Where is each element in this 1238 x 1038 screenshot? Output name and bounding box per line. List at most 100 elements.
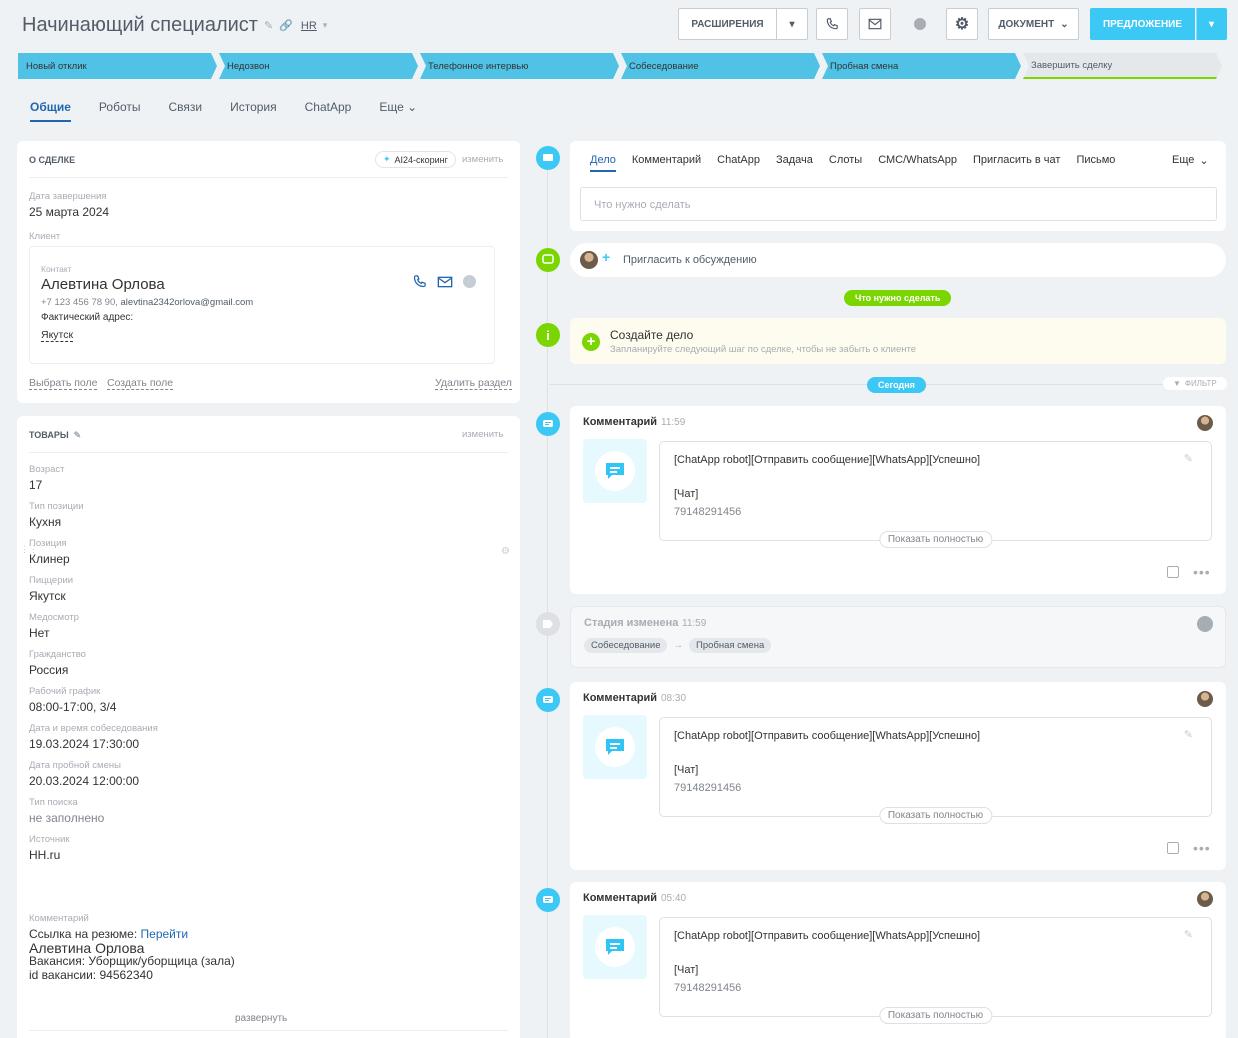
ai-scoring-badge[interactable]: ✦ AI24-скоринг [375,151,456,168]
edit-pencil-icon[interactable]: ✎ [1184,452,1193,465]
field-label: Источник [29,834,70,845]
filter-icon: ▼ [1173,379,1181,388]
author-avatar[interactable] [1197,415,1213,431]
stage-change-time: 11:59 [682,618,707,629]
activity-tab[interactable]: Комментарий [632,154,701,172]
contact-phone[interactable]: +7 123 456 78 90, [41,297,118,308]
edit-pencil-icon[interactable]: ✎ [264,19,273,32]
user-icon[interactable] [1197,616,1213,632]
field-value[interactable]: Нет [29,626,508,640]
category-selector[interactable]: HR [301,20,317,32]
edit-pencil-icon[interactable]: ✎ [74,430,82,441]
field-value[interactable]: 20.03.2024 12:00:00 [29,774,508,788]
filter-button[interactable]: ▼ ФИЛЬТР [1163,377,1227,390]
call-button[interactable] [816,8,848,40]
chat-icon[interactable] [463,275,476,288]
chat-icon [914,18,926,30]
comment-phone: 79148291456 [674,982,742,994]
comment-item: Комментарий 05:40 [ChatApp robot][Отправ… [570,882,1226,1038]
settings-button[interactable]: ⚙ [946,8,978,40]
author-avatar[interactable] [1197,891,1213,907]
drag-handle-icon[interactable]: ⋮⋮ [20,544,38,555]
about-deal-card: О СДЕЛКЕ ✦ AI24-скоринг изменить Дата зав… [17,141,520,403]
contact-email[interactable]: alevtina2342orlova@gmail.com [121,297,254,308]
activity-tab[interactable]: Дело [590,154,616,172]
activity-tab[interactable]: Письмо [1076,154,1115,172]
edit-pencil-icon[interactable]: ✎ [1184,728,1193,741]
edit-pencil-icon[interactable]: ✎ [1184,928,1193,941]
address-value[interactable]: Якутск [41,329,74,342]
tab-history[interactable]: История [230,100,277,122]
goods-field: Позиция Клинер [29,538,508,566]
tab-chatapp[interactable]: ChatApp [305,100,352,122]
stage-trial-shift[interactable]: Пробная смена [822,53,1021,79]
show-full-button[interactable]: Показать полностью [878,1007,993,1024]
chevron-down-icon[interactable]: ▾ [323,20,328,31]
activity-tab[interactable]: ChatApp [717,154,760,172]
stage-no-answer[interactable]: Недозвон [219,53,418,79]
field-value[interactable]: HH.ru [29,848,508,862]
task-input[interactable]: Что нужно сделать [580,187,1217,221]
mail-icon[interactable] [437,276,453,288]
offer-dropdown-button[interactable]: ▾ [1196,8,1227,40]
field-label: Возраст [29,464,65,475]
author-avatar[interactable] [1197,691,1213,707]
activity-more[interactable]: Еще ⌄ [1172,154,1209,167]
more-icon[interactable]: ••• [1193,564,1211,580]
section-title: ТОВАРЫ ✎ [29,430,82,441]
field-value[interactable]: 17 [29,478,508,492]
note-icon[interactable] [1167,566,1179,578]
extensions-button[interactable]: РАСШИРЕНИЯ [678,8,776,40]
goods-field: Источник HH.ru [29,834,508,862]
close-date-value[interactable]: 25 марта 2024 [29,205,109,219]
activity-tab[interactable]: Слоты [829,154,862,172]
tab-general[interactable]: Общие [30,100,71,122]
stage-new-response[interactable]: Новый отклик [18,53,217,79]
phone-icon[interactable] [412,274,427,289]
chevron-down-icon: ▾ [1208,18,1215,30]
activity-tab[interactable]: Задача [776,154,813,172]
tab-links[interactable]: Связи [168,100,202,122]
field-value[interactable]: не заполнено [29,811,508,825]
tab-robots[interactable]: Роботы [99,100,141,122]
activity-tab[interactable]: СМС/WhatsApp [878,154,957,172]
email-button[interactable] [859,8,891,40]
tab-more[interactable]: Еще ⌄ [379,100,417,122]
field-value[interactable]: 19.03.2024 17:30:00 [29,737,508,751]
note-icon[interactable] [1167,842,1179,854]
select-field-link[interactable]: Выбрать поле [29,377,98,390]
gear-icon[interactable]: ⚙ [501,546,510,557]
stage-interview[interactable]: Собеседование [621,53,820,79]
show-full-button[interactable]: Показать полностью [878,531,993,548]
show-full-button[interactable]: Показать полностью [878,807,993,824]
resume-link[interactable]: Перейти [141,927,189,941]
stage-finish-deal[interactable]: Завершить сделку [1023,53,1222,79]
field-value[interactable]: Клинер [29,552,508,566]
field-value[interactable]: Россия [29,663,508,677]
edit-link[interactable]: изменить [462,154,503,165]
avatar [580,251,598,269]
create-task-card[interactable]: + Создайте дело Запланируйте следующий ш… [570,318,1226,364]
field-value[interactable]: Якутск [29,589,508,603]
todo-pill: Что нужно сделать [844,290,952,306]
comment-type-icon [583,715,647,779]
field-value[interactable]: 08:00-17:00, 3/4 [29,700,508,714]
field-label: Рабочий график [29,686,101,697]
document-button[interactable]: ДОКУМЕНТ ⌄ [988,8,1079,40]
mail-icon [868,18,882,30]
invite-row[interactable]: + Пригласить к обсуждению [570,243,1226,277]
contact-name[interactable]: Алевтина Орлова [41,276,165,293]
activity-tab[interactable]: Пригласить в чат [973,154,1061,172]
extensions-dropdown-button[interactable]: ▾ [776,8,808,40]
field-value[interactable]: Кухня [29,515,508,529]
delete-section-link[interactable]: Удалить раздел [435,377,512,390]
chat-button[interactable] [904,8,936,40]
expand-link[interactable]: развернуть [235,1013,287,1024]
create-field-link[interactable]: Создать поле [107,377,174,390]
stage-phone-interview[interactable]: Телефонное интервью [420,53,619,79]
comment-time: 08:30 [661,693,687,704]
offer-button[interactable]: ПРЕДЛОЖЕНИЕ [1090,8,1195,40]
more-icon[interactable]: ••• [1193,840,1211,856]
link-icon[interactable]: 🔗 [279,19,293,32]
edit-link[interactable]: изменить [462,429,503,440]
